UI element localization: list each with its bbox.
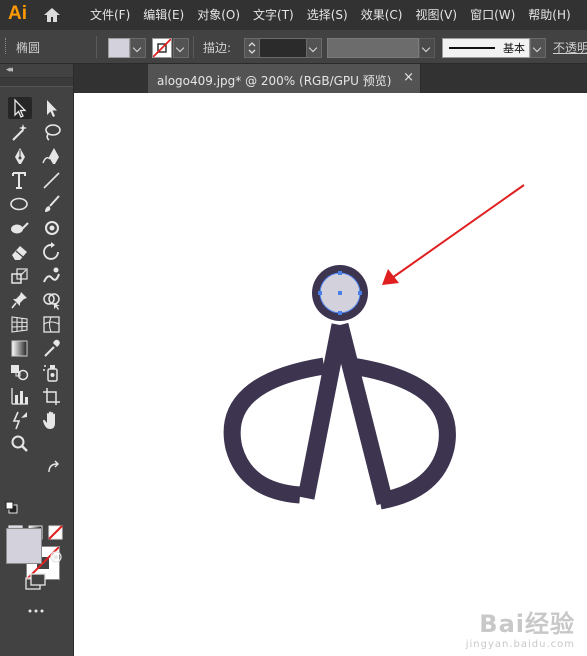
rotate-tool-icon[interactable]: [40, 241, 64, 263]
symbol-sprayer-tool-icon[interactable]: [40, 361, 64, 383]
opacity-label[interactable]: 不透明: [553, 39, 587, 56]
menu-window[interactable]: 窗口(W): [470, 0, 515, 30]
draw-inside-icon[interactable]: [47, 549, 65, 565]
anchor-point-bottom[interactable]: [338, 311, 342, 315]
anchor-point-left[interactable]: [318, 291, 322, 295]
blend-tool-icon[interactable]: [8, 361, 32, 383]
perspective-grid-tool-icon[interactable]: [8, 313, 32, 335]
ellipse-tool-icon[interactable]: [8, 193, 32, 215]
close-tab-icon[interactable]: ×: [403, 70, 414, 85]
artwork: [223, 184, 525, 510]
left-leg-shape[interactable]: [297, 323, 349, 500]
watermark-brand: Bai经验: [479, 610, 575, 638]
brush-definition-label: 基本: [503, 42, 525, 55]
menu-view[interactable]: 视图(V): [415, 0, 457, 30]
lasso-tool-icon[interactable]: [40, 121, 64, 143]
menu-bar: Ai 文件(F) 编辑(E) 对象(O) 文字(T) 选择(S) 效果(C) 视…: [0, 0, 587, 30]
pin-tool-icon[interactable]: [8, 289, 32, 311]
fill-color-box[interactable]: [6, 528, 42, 564]
zoom-tool-icon[interactable]: [8, 433, 32, 455]
anchor-point-top[interactable]: [338, 271, 342, 275]
collapse-panel-icon[interactable]: ◂◂: [6, 65, 13, 75]
annotation-arrow-head: [382, 269, 399, 285]
watermark: Bai经验 jingyan.baidu.com: [466, 604, 575, 650]
pen-tool-icon[interactable]: [8, 145, 32, 167]
stroke-weight-spinner[interactable]: [244, 38, 260, 58]
magic-wand-tool-icon[interactable]: [8, 121, 32, 143]
right-leg-shape[interactable]: [331, 322, 394, 506]
selection-tool-icon[interactable]: [8, 97, 32, 119]
fill-color-swatch[interactable]: [108, 38, 130, 58]
gradient-tool-icon[interactable]: [8, 337, 32, 359]
blob-brush-tool-icon[interactable]: [40, 217, 64, 239]
stroke-dropdown[interactable]: [173, 38, 189, 58]
type-tool-icon[interactable]: [8, 169, 32, 191]
app-logo: Ai: [8, 3, 27, 24]
shape-builder-tool-icon[interactable]: [40, 289, 64, 311]
none-mode-icon[interactable]: [47, 525, 65, 541]
eraser-tool-icon[interactable]: [8, 241, 32, 263]
fill-dropdown[interactable]: [130, 38, 146, 58]
panel-header[interactable]: [0, 77, 73, 87]
shaper-tool-icon[interactable]: [8, 217, 32, 239]
stroke-weight-dropdown[interactable]: [306, 38, 322, 58]
slice-tool-icon[interactable]: [8, 409, 32, 431]
screen-mode-icon[interactable]: [24, 572, 48, 592]
menu-select[interactable]: 选择(S): [307, 0, 348, 30]
direct-selection-tool-icon[interactable]: [40, 97, 64, 119]
anchor-point-right[interactable]: [358, 291, 362, 295]
home-icon[interactable]: [42, 6, 62, 24]
document-tab[interactable]: alogo409.jpg* @ 200% (RGB/GPU 预览) ×: [148, 64, 421, 93]
variable-width-profile[interactable]: [327, 38, 419, 58]
swap-fill-stroke-icon[interactable]: [45, 460, 61, 476]
object-type-label: 椭圆: [16, 41, 41, 55]
stroke-weight-input[interactable]: [259, 38, 307, 58]
control-bar-grip[interactable]: [5, 38, 8, 54]
annotation-arrow-line: [391, 184, 525, 279]
line-tool-icon[interactable]: [40, 169, 64, 191]
document-tab-bar: alogo409.jpg* @ 200% (RGB/GPU 预览) ×: [74, 64, 587, 93]
artboard-canvas[interactable]: Bai经验 jingyan.baidu.com: [74, 93, 587, 656]
separator: [96, 36, 97, 58]
tools-panel: ◂◂: [0, 64, 74, 656]
hand-tool-icon[interactable]: [40, 409, 64, 431]
artboard-tool-icon[interactable]: [40, 385, 64, 407]
center-point: [338, 291, 342, 295]
more-tools-icon[interactable]: [25, 604, 47, 618]
menu-edit[interactable]: 编辑(E): [143, 0, 184, 30]
variable-width-dropdown[interactable]: [419, 38, 435, 58]
scale-tool-icon[interactable]: [8, 265, 32, 287]
eyedropper-tool-icon[interactable]: [40, 337, 64, 359]
stroke-weight-label: 描边:: [203, 41, 232, 55]
control-bar: 椭圆 描边: 基本 不透明: [0, 30, 587, 64]
menu-type[interactable]: 文字(T): [253, 0, 294, 30]
document-tab-title: alogo409.jpg* @ 200% (RGB/GPU 预览): [157, 74, 392, 88]
brush-definition[interactable]: 基本: [442, 38, 530, 58]
stroke-color-swatch[interactable]: [152, 38, 172, 58]
watermark-url: jingyan.baidu.com: [465, 639, 575, 650]
menu-file[interactable]: 文件(F): [90, 0, 130, 30]
curvature-tool-icon[interactable]: [40, 145, 64, 167]
menu-object[interactable]: 对象(O): [197, 0, 240, 30]
warp-tool-icon[interactable]: [40, 265, 64, 287]
mesh-tool-icon[interactable]: [40, 313, 64, 335]
brush-stroke-preview: [449, 47, 495, 49]
menu-effect[interactable]: 效果(C): [361, 0, 403, 30]
separator: [193, 36, 194, 58]
main-menu: 文件(F) 编辑(E) 对象(O) 文字(T) 选择(S) 效果(C) 视图(V…: [90, 0, 584, 30]
brush-dropdown[interactable]: [530, 38, 546, 58]
paintbrush-tool-icon[interactable]: [40, 193, 64, 215]
default-fill-stroke-icon[interactable]: [5, 501, 19, 515]
column-graph-tool-icon[interactable]: [8, 385, 32, 407]
menu-help[interactable]: 帮助(H): [528, 0, 570, 30]
